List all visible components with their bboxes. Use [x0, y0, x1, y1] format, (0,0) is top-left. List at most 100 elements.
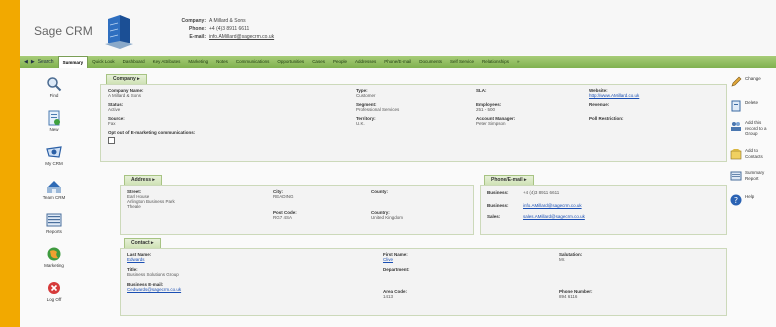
company-value: A Millard & Sons	[209, 18, 246, 24]
delete-label: Delete	[745, 100, 759, 105]
tab-bar: ◀ ▶ Search Summary Quick Look Dashboard …	[20, 56, 776, 68]
employees-value: 251 - 500	[476, 107, 496, 112]
crm-window: Sage CRM Company: A Millard & Sons Phone:…	[20, 0, 776, 327]
opt-out-checkbox[interactable]	[108, 137, 115, 144]
segment-field: Segment: Professional Services	[356, 102, 399, 112]
salutation-value: Mr.	[559, 257, 566, 262]
poll-restriction-label: Poll Restriction:	[589, 116, 624, 121]
county-field: County:	[371, 189, 388, 194]
phone-email-panel: Business: +4 (4)3 8911 6611 Business: in…	[480, 185, 727, 235]
change-label: Change	[745, 76, 761, 81]
poll-restriction-field: Poll Restriction:	[589, 116, 624, 121]
sla-label: SLA:	[476, 88, 487, 93]
report-icon	[730, 171, 742, 181]
county-label: County:	[371, 189, 388, 194]
account-manager-value: Peter Simpson	[476, 121, 506, 126]
contact-title-field: Title: Business Solutions Group	[127, 267, 179, 277]
type-value: Customer	[356, 93, 376, 98]
help-button[interactable]: ? Help	[730, 194, 773, 206]
contacts-icon	[730, 149, 742, 160]
employees-field: Employees: 251 - 500	[476, 102, 501, 112]
nav-arrows: ◀ ▶ Search	[20, 59, 58, 65]
delete-button[interactable]: Delete	[730, 100, 773, 112]
territory-value: U.K.	[356, 121, 365, 126]
segment-value: Professional Services	[356, 107, 400, 112]
country-value: United Kingdom	[371, 215, 404, 220]
company-label: Company:	[181, 18, 206, 24]
sidebar-item-my-crm[interactable]: My CRM	[26, 144, 82, 166]
phone-label: Phone:	[189, 26, 206, 32]
last-name-link[interactable]: Edwards	[127, 257, 151, 262]
department-field: Department:	[383, 267, 410, 272]
change-button[interactable]: Change	[730, 76, 773, 88]
contact-email-field: Business E-mail: Cedwards@sagecrm.co.uk	[127, 282, 181, 292]
contact-email-link[interactable]: Cedwards@sagecrm.co.uk	[127, 287, 181, 292]
add-to-group-button[interactable]: Add this record to a Group	[730, 120, 773, 137]
status-value: Active	[108, 107, 121, 112]
country-field: Country: United Kingdom	[371, 210, 403, 220]
business-email-link[interactable]: info.AMillard@sagecrm.co.uk	[523, 203, 582, 208]
area-code-field: Area Code: 1413	[383, 289, 407, 299]
sidebar-item-find[interactable]: Find	[26, 76, 82, 98]
sidebar-item-team-crm[interactable]: Team CRM	[26, 178, 82, 200]
tab-documents[interactable]: Documents	[415, 56, 446, 68]
sidebar-item-reports[interactable]: Reports	[26, 212, 82, 234]
sidebar-item-new[interactable]: New	[26, 110, 82, 132]
tab-communications[interactable]: Communications	[232, 56, 274, 68]
type-field: Type: Customer	[356, 88, 376, 98]
business-phone-value: +4 (4)3 8911 6611	[523, 190, 560, 195]
territory-field: Territory: U.K.	[356, 116, 376, 126]
delete-icon	[731, 100, 741, 112]
post-code-value: RG7 4SA	[273, 215, 293, 220]
sales-email-link[interactable]: sales.AMillard@sagecrm.co.uk	[523, 214, 585, 219]
tab-opportunities[interactable]: Opportunities	[273, 56, 308, 68]
phone-number-value: 894 6116	[559, 294, 578, 299]
tab-dashboard[interactable]: Dashboard	[119, 56, 149, 68]
source-value: Fax	[108, 121, 116, 126]
sla-field: SLA:	[476, 88, 487, 93]
tab-summary[interactable]: Summary	[57, 56, 89, 68]
team-crm-icon	[47, 181, 61, 193]
sidebar-label: My CRM	[45, 161, 63, 166]
search-link[interactable]: Search	[38, 59, 54, 65]
tab-quick-look[interactable]: Quick Look	[88, 56, 119, 68]
email-label: E-mail:	[189, 34, 206, 40]
main-content: Company ▸ Company Name: A Millard & Sons…	[100, 70, 727, 327]
tab-more[interactable]: »	[513, 56, 524, 68]
revenue-label: Revenue:	[589, 102, 610, 107]
sidebar-label: Log Off	[46, 297, 62, 302]
app-logo[interactable]: Sage CRM	[34, 24, 93, 38]
summary-report-button[interactable]: Summary Report	[730, 170, 773, 182]
add-to-contacts-button[interactable]: Add to Contacts	[730, 148, 773, 160]
forward-arrow-icon[interactable]: ▶	[31, 59, 35, 65]
website-link[interactable]: http://www.AMillard.co.uk	[589, 93, 639, 98]
sales-email-label: Sales:	[487, 214, 501, 219]
back-arrow-icon[interactable]: ◀	[24, 59, 28, 65]
tab-key-attributes[interactable]: Key Attributes	[149, 56, 185, 68]
company-name-field: Company Name: A Millard & Sons	[108, 88, 144, 98]
department-label: Department:	[383, 267, 410, 272]
business-phone-label: Business:	[487, 190, 509, 195]
tab-relationships[interactable]: Relationships	[478, 56, 513, 68]
salutation-field: Salutation: Mr.	[559, 252, 582, 262]
sidebar-item-marketing[interactable]: Marketing	[26, 246, 82, 268]
area-code-value: 1413	[383, 294, 394, 299]
tab-cases[interactable]: Cases	[308, 56, 329, 68]
tab-phone-email[interactable]: Phone/E-mail	[380, 56, 415, 68]
sidebar-item-log-off[interactable]: Log Off	[26, 280, 82, 302]
tab-addresses[interactable]: Addresses	[351, 56, 380, 68]
company-name-value: A Millard & Sons	[108, 93, 142, 98]
tab-self-service[interactable]: Self Service	[446, 56, 478, 68]
email-link[interactable]: info.AMillard@sagecrm.co.uk	[209, 34, 274, 40]
globe-icon	[47, 247, 61, 261]
phone-value: +4 (4)3 8911 6611	[209, 26, 250, 32]
tab-people[interactable]: People	[329, 56, 351, 68]
business-phone-row: Business: +4 (4)3 8911 6611	[487, 190, 559, 195]
city-field: City: READING	[273, 189, 294, 199]
tab-marketing[interactable]: Marketing	[184, 56, 212, 68]
business-email-label: Business:	[487, 203, 509, 208]
magnifier-icon	[47, 77, 62, 92]
first-name-link[interactable]: Clive	[383, 257, 408, 262]
summary-report-label: Summary Report	[745, 170, 765, 181]
tab-notes[interactable]: Notes	[212, 56, 232, 68]
